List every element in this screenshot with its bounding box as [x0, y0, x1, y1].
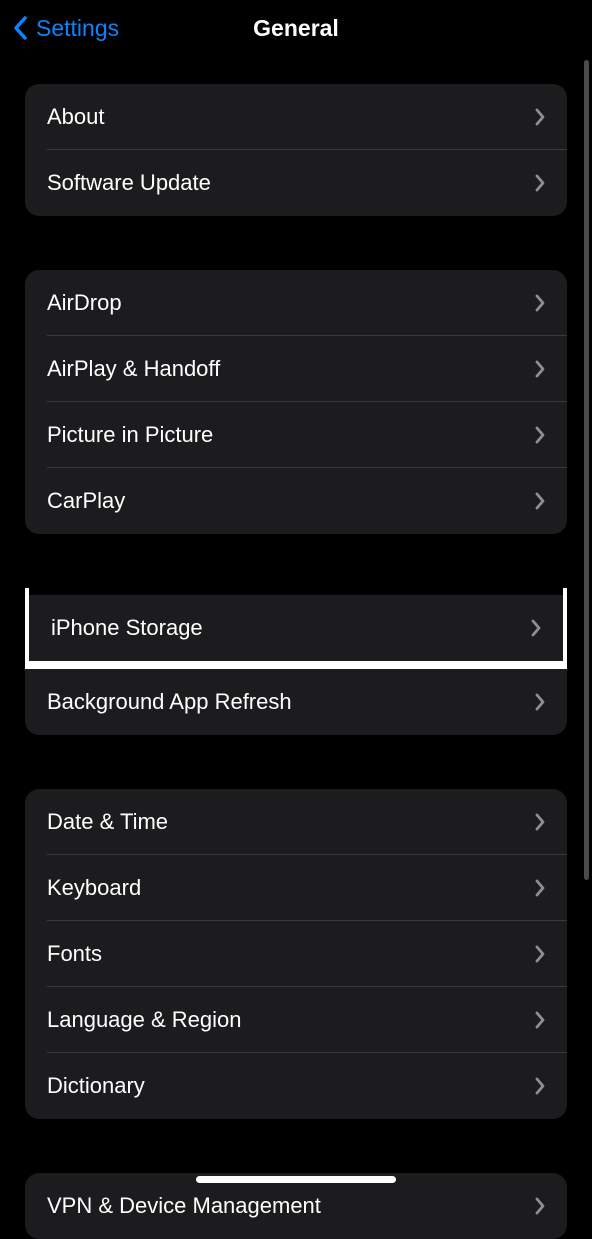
- row-about[interactable]: About: [25, 84, 567, 150]
- row-airdrop[interactable]: AirDrop: [25, 270, 567, 336]
- highlight-box: iPhone Storage: [25, 588, 567, 669]
- back-button[interactable]: Settings: [12, 14, 119, 42]
- settings-group: iPhone Storage Background App Refresh: [25, 588, 567, 735]
- row-label: AirDrop: [47, 290, 122, 316]
- chevron-right-icon: [535, 813, 545, 831]
- row-label: AirPlay & Handoff: [47, 356, 220, 382]
- back-label: Settings: [36, 15, 119, 42]
- row-label: Fonts: [47, 941, 102, 967]
- chevron-right-icon: [535, 360, 545, 378]
- chevron-right-icon: [535, 1197, 545, 1215]
- chevron-left-icon: [12, 14, 30, 42]
- page-title: General: [253, 15, 339, 42]
- row-iphone-storage[interactable]: iPhone Storage: [29, 595, 563, 661]
- scrollbar[interactable]: [584, 60, 589, 880]
- chevron-right-icon: [535, 492, 545, 510]
- chevron-right-icon: [535, 1011, 545, 1029]
- row-label: CarPlay: [47, 488, 125, 514]
- row-dictionary[interactable]: Dictionary: [25, 1053, 567, 1119]
- settings-content: About Software Update AirDrop AirPlay & …: [0, 84, 592, 1239]
- navigation-bar: Settings General: [0, 0, 592, 56]
- row-label: Dictionary: [47, 1073, 145, 1099]
- row-language-region[interactable]: Language & Region: [25, 987, 567, 1053]
- settings-group: AirDrop AirPlay & Handoff Picture in Pic…: [25, 270, 567, 534]
- row-background-app-refresh[interactable]: Background App Refresh: [25, 669, 567, 735]
- chevron-right-icon: [535, 294, 545, 312]
- row-label: Date & Time: [47, 809, 168, 835]
- row-airplay-handoff[interactable]: AirPlay & Handoff: [25, 336, 567, 402]
- settings-group: Date & Time Keyboard Fonts Language & Re…: [25, 789, 567, 1119]
- row-label: Background App Refresh: [47, 689, 292, 715]
- chevron-right-icon: [535, 879, 545, 897]
- row-label: VPN & Device Management: [47, 1193, 321, 1219]
- chevron-right-icon: [535, 693, 545, 711]
- row-label: About: [47, 104, 105, 130]
- row-label: Keyboard: [47, 875, 141, 901]
- chevron-right-icon: [535, 108, 545, 126]
- row-date-time[interactable]: Date & Time: [25, 789, 567, 855]
- row-label: Language & Region: [47, 1007, 242, 1033]
- row-label: Software Update: [47, 170, 211, 196]
- row-picture-in-picture[interactable]: Picture in Picture: [25, 402, 567, 468]
- chevron-right-icon: [535, 1077, 545, 1095]
- chevron-right-icon: [531, 619, 541, 637]
- row-carplay[interactable]: CarPlay: [25, 468, 567, 534]
- row-label: Picture in Picture: [47, 422, 213, 448]
- row-software-update[interactable]: Software Update: [25, 150, 567, 216]
- settings-group: About Software Update: [25, 84, 567, 216]
- chevron-right-icon: [535, 945, 545, 963]
- chevron-right-icon: [535, 426, 545, 444]
- row-keyboard[interactable]: Keyboard: [25, 855, 567, 921]
- row-fonts[interactable]: Fonts: [25, 921, 567, 987]
- chevron-right-icon: [535, 174, 545, 192]
- home-indicator[interactable]: [196, 1176, 396, 1183]
- row-label: iPhone Storage: [51, 615, 203, 641]
- settings-group-part: Background App Refresh: [25, 669, 567, 735]
